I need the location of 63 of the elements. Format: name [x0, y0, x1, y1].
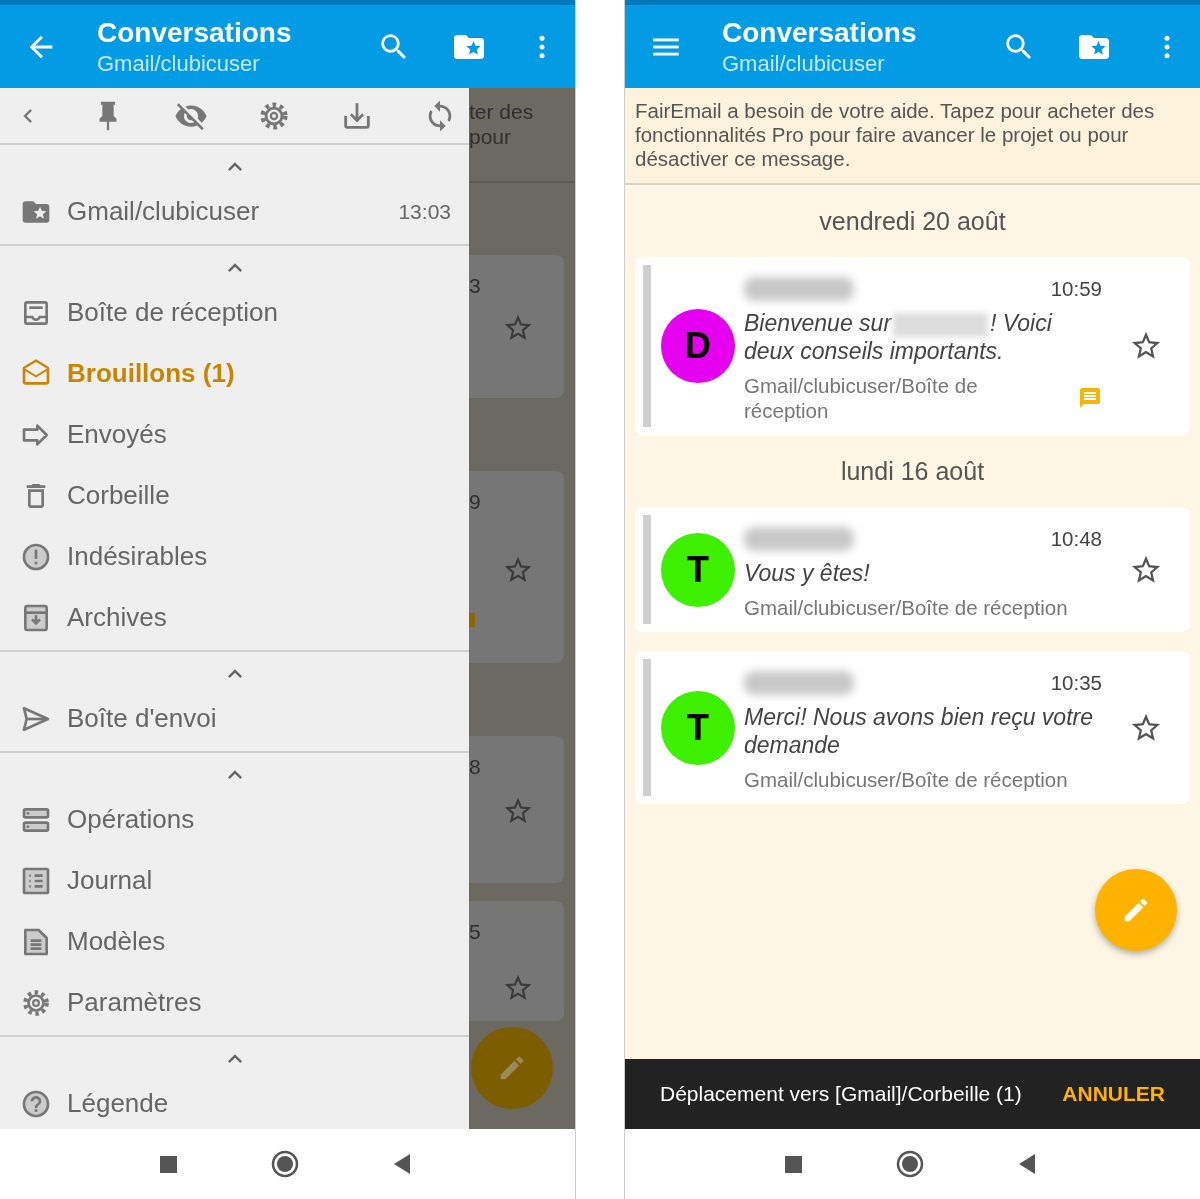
message-card[interactable]: D 10:59 Bienvenue sur ! Voici deux conseils importants. Gmail/clubicuser/Boîte de réception — [635, 257, 1190, 435]
item-time: 13:03 — [398, 199, 451, 224]
avatar: T — [661, 532, 735, 607]
message-card[interactable]: 3 — [469, 255, 564, 398]
message-time: 5 — [469, 919, 481, 944]
drawer-item[interactable]: Gmail/clubicuser 13:03 — [0, 181, 469, 242]
undo-button[interactable]: ANNULER — [1062, 1082, 1165, 1106]
avatar: T — [661, 690, 735, 765]
item-label: Paramètres — [67, 987, 203, 1018]
banner-text: ter des — [469, 99, 534, 124]
banner-text: pour — [469, 124, 512, 149]
item-label: Brouillons (1) — [67, 358, 236, 389]
message-card[interactable]: T 10:35 Merci! Nous avons bien reçu votre demande Gmail/clubicuser/Boîte de réception — [635, 651, 1190, 804]
app-subtitle: Gmail/clubicuser — [97, 50, 261, 77]
message-subject: Vous y êtes! — [744, 559, 871, 587]
date-header: lundi 16 août — [840, 456, 985, 486]
drawer-item[interactable]: Journal — [0, 850, 469, 911]
app-subtitle: Gmail/clubicuser — [722, 50, 886, 77]
drawer-item[interactable]: Boîte d'envoi — [0, 688, 469, 749]
drawer-item[interactable]: Indésirables — [0, 526, 469, 587]
item-label: Modèles — [67, 926, 167, 957]
folder-path: Gmail/clubicuser/Boîte de réception — [744, 373, 979, 423]
item-label: Corbeille — [67, 480, 171, 511]
app-title: Conversations — [722, 16, 918, 49]
message-time: 8 — [469, 754, 481, 779]
app-title: Conversations — [97, 16, 293, 49]
message-subject: Bienvenue sur ! Voici deux conseils importants. — [744, 309, 1054, 365]
folder-path: Gmail/clubicuser/Boîte de réception — [744, 767, 1068, 792]
drawer-item[interactable]: Brouillons (1) — [0, 343, 469, 404]
banner-text[interactable]: FairEmail a besoin de votre aide. Tapez pour acheter des fonctionnalités Pro pour faire avancer le projet ou pour désactiver ce message. — [625, 88, 1200, 185]
item-label: Journal — [67, 865, 154, 896]
date-header: vendredi 20 août — [819, 206, 1006, 236]
drawer-item[interactable]: Opérations — [0, 789, 469, 850]
item-label: Opérations — [67, 804, 196, 835]
message-time: 10:48 — [1050, 527, 1102, 551]
item-label: Archives — [67, 602, 168, 633]
home-button[interactable] — [896, 1150, 924, 1178]
home-button[interactable] — [271, 1150, 299, 1178]
snackbar-message: Déplacement vers [Gmail]/Corbeille (1) — [660, 1082, 1022, 1106]
message-time: 9 — [469, 489, 481, 514]
drawer-item[interactable]: Légende — [0, 1073, 469, 1129]
avatar: D — [661, 309, 735, 383]
drawer-item[interactable]: Envoyés — [0, 404, 469, 465]
message-card[interactable]: 8 — [469, 736, 564, 883]
item-label: Envoyés — [67, 419, 168, 450]
item-label: Boîte de réception — [67, 297, 280, 328]
message-time: 3 — [469, 273, 481, 298]
drawer-item[interactable]: Corbeille — [0, 465, 469, 526]
drawer-item[interactable]: Modèles — [0, 911, 469, 972]
message-time: 10:35 — [1050, 671, 1102, 695]
drawer-item[interactable]: Boîte de réception — [0, 282, 469, 343]
drawer-item[interactable]: Paramètres — [0, 972, 469, 1033]
folder-path: Gmail/clubicuser/Boîte de réception — [744, 595, 1068, 620]
item-label: Légende — [67, 1088, 170, 1119]
message-card[interactable]: 9 — [469, 471, 564, 663]
drawer-item[interactable]: Archives — [0, 587, 469, 648]
item-label: Indésirables — [67, 541, 209, 572]
item-label: Boîte d'envoi — [67, 703, 218, 734]
message-time: 10:59 — [1050, 277, 1102, 301]
item-label: Gmail/clubicuser — [67, 196, 261, 227]
message-card[interactable]: 5 — [469, 901, 564, 1021]
message-subject: Merci! Nous avons bien reçu votre demande — [744, 703, 1094, 759]
message-card[interactable]: T 10:48 Vous y êtes! Gmail/clubicuser/Boîte de réception — [635, 507, 1190, 632]
